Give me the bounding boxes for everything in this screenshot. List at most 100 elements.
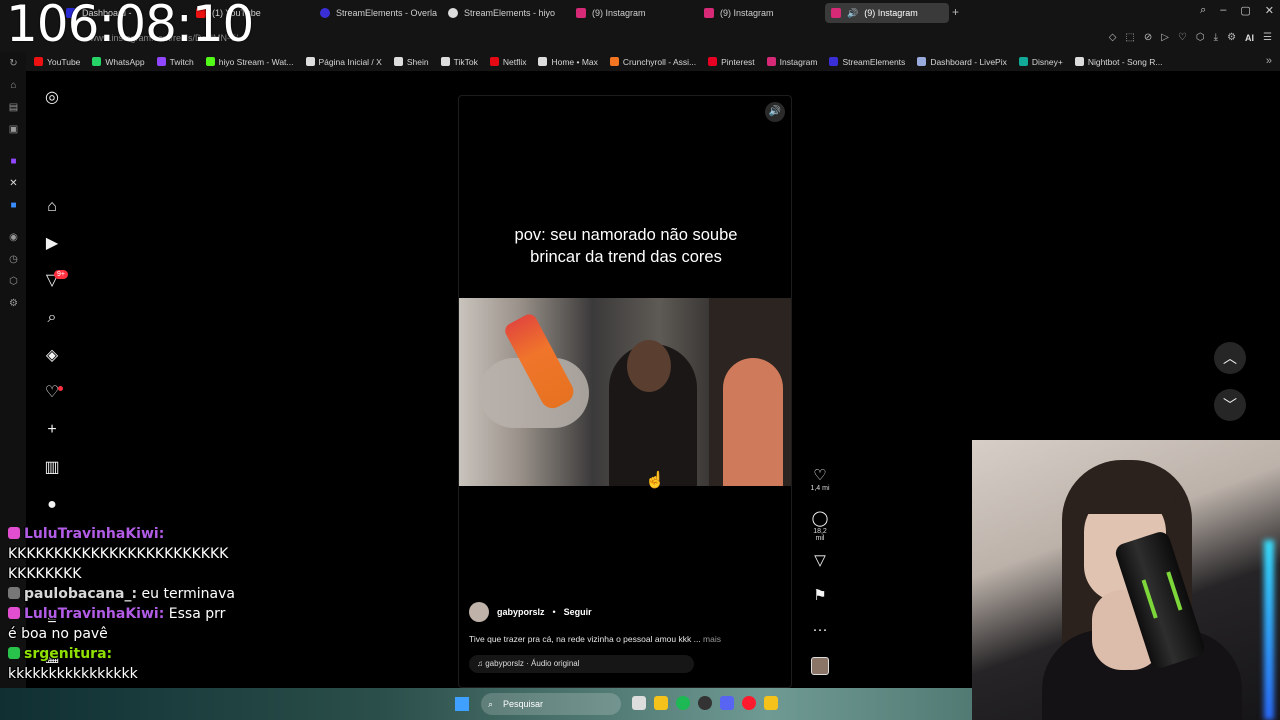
aria-ai-button[interactable]: AI xyxy=(1245,33,1254,43)
previous-reel-button[interactable]: ︿ xyxy=(1214,342,1246,374)
share-action[interactable]: ▽ xyxy=(808,552,832,570)
like-heart-icon[interactable]: ♡ xyxy=(808,467,832,485)
tab-streamelements-hiyo[interactable]: StreamElements - hiyo xyxy=(442,3,566,23)
tab-instagram-active[interactable]: 🔊 (9) Instagram xyxy=(825,3,949,23)
taskbar-search[interactable]: ⌕ Pesquisar xyxy=(481,693,621,715)
bookmark-item[interactable]: Pinterest xyxy=(708,57,755,67)
like-count: 1,4 mi xyxy=(810,485,830,492)
opera-icon[interactable] xyxy=(742,696,756,710)
discord-icon[interactable] xyxy=(720,696,734,710)
reel-video-frame[interactable] xyxy=(459,298,791,486)
bookmark-favicon-icon xyxy=(205,57,215,66)
bookmark-icon[interactable]: ⚑ xyxy=(808,587,832,605)
reel-audio-pill[interactable]: ♫ gabyporslz · Áudio original xyxy=(469,655,694,673)
bookmark-item[interactable]: Home • Max xyxy=(538,57,598,67)
download-icon[interactable]: ⤓ xyxy=(1214,32,1218,43)
app-icon[interactable]: ■ xyxy=(8,200,19,211)
author-avatar[interactable] xyxy=(469,602,489,622)
comment-action[interactable]: ◯ 18,2 mil xyxy=(808,510,832,542)
player-icon[interactable]: ▷ xyxy=(1161,32,1169,43)
easy-setup-icon[interactable]: ⚙ xyxy=(1227,32,1236,43)
dashboard-icon[interactable]: ▥ xyxy=(43,459,61,477)
next-reel-button[interactable]: ﹀ xyxy=(1214,389,1246,421)
bookmark-page-icon[interactable]: ◇ xyxy=(1109,32,1117,43)
bookmark-item[interactable]: Disney+ xyxy=(1018,57,1063,67)
close-icon[interactable]: ✕ xyxy=(1265,4,1274,17)
tab-label: (9) Instagram xyxy=(592,8,646,18)
bookmark-item[interactable]: TikTok xyxy=(440,57,478,67)
obs-icon[interactable] xyxy=(698,696,712,710)
snapshot-icon[interactable]: ⬚ xyxy=(1125,32,1134,43)
audio-thumbnail[interactable] xyxy=(811,657,829,675)
tab-streamelements-overlay[interactable]: StreamElements - Overla xyxy=(314,3,438,23)
player-sidebar-icon[interactable]: ◉ xyxy=(8,232,19,243)
windows-start-icon[interactable] xyxy=(455,697,469,711)
like-action[interactable]: ♡ 1,4 mi xyxy=(808,467,832,492)
volume-icon[interactable]: 🔊 xyxy=(765,102,785,122)
bookmark-item[interactable]: Nightbot - Song R... xyxy=(1074,57,1162,67)
pinboard-icon[interactable]: ▤ xyxy=(8,102,19,113)
create-icon[interactable]: + xyxy=(43,421,61,439)
bookmark-favicon-icon xyxy=(1018,57,1028,66)
history-icon[interactable]: ◷ xyxy=(8,254,19,265)
chat-username: LuluTravinhaKiwi: xyxy=(24,526,165,542)
bookmark-item[interactable]: Crunchyroll - Assi... xyxy=(609,57,696,67)
follow-button[interactable]: Seguir xyxy=(564,607,592,617)
bookmark-item[interactable]: StreamElements xyxy=(829,57,905,67)
extensions-sidebar-icon[interactable]: ⬡ xyxy=(8,276,19,287)
messenger-icon[interactable]: ▣ xyxy=(8,124,19,135)
instagram-logo-icon[interactable]: ◎ xyxy=(43,89,61,107)
bookmark-favicon-icon xyxy=(609,57,619,66)
instagram-favicon-icon xyxy=(831,8,841,18)
adblock-icon[interactable]: ⊘ xyxy=(1144,32,1152,43)
task-view-icon[interactable] xyxy=(632,696,646,710)
search-tabs-icon[interactable]: ⌕ xyxy=(1200,4,1206,17)
explore-icon[interactable]: ◈ xyxy=(43,347,61,365)
bookmark-item[interactable]: WhatsApp xyxy=(92,57,145,67)
settings-icon[interactable]: ⚙ xyxy=(8,298,19,309)
maximize-icon[interactable]: ▢ xyxy=(1240,4,1250,17)
bookmark-label: Twitch xyxy=(169,56,194,67)
tab-instagram-1[interactable]: (9) Instagram xyxy=(570,3,694,23)
comment-icon[interactable]: ◯ xyxy=(808,510,832,528)
more-options-icon[interactable]: ··· xyxy=(808,621,832,639)
more-options-action[interactable]: ··· xyxy=(808,621,832,639)
bookmark-item[interactable]: Shein xyxy=(393,57,429,67)
bookmark-item[interactable]: YouTube xyxy=(34,57,80,67)
share-icon[interactable]: ▽ xyxy=(808,552,832,570)
bookmark-item[interactable]: Twitch xyxy=(156,56,194,67)
bookmarks-more-icon[interactable]: » xyxy=(1266,55,1272,67)
search-icon[interactable]: ⌕ xyxy=(43,309,61,327)
save-action[interactable]: ⚑ xyxy=(808,587,832,605)
new-tab-button[interactable]: + xyxy=(952,5,959,19)
bookmark-item[interactable]: Instagram xyxy=(766,57,817,67)
bookmark-item[interactable]: Netflix xyxy=(489,57,526,67)
chat-message: é boa no pavê xyxy=(8,624,298,644)
home-icon[interactable]: ⌂ xyxy=(43,198,61,216)
reels-icon[interactable]: ▶ xyxy=(43,235,61,253)
bookmark-item[interactable]: Dashboard - LivePix xyxy=(917,57,1007,67)
video-shoulder-shape xyxy=(723,358,783,486)
minimize-icon[interactable]: – xyxy=(1220,4,1226,17)
x-icon[interactable]: ✕ xyxy=(8,178,19,189)
workspace-icon[interactable]: ⌂ xyxy=(8,80,19,91)
profile-avatar[interactable]: ● xyxy=(43,496,61,514)
app-icon[interactable] xyxy=(764,696,778,710)
spotify-icon[interactable] xyxy=(676,696,690,710)
heart-icon[interactable]: ♡ xyxy=(1178,32,1187,43)
author-name[interactable]: gabyporslz xyxy=(497,607,545,617)
bookmark-favicon-icon xyxy=(92,57,102,66)
extensions-icon[interactable]: ⬡ xyxy=(1196,32,1205,43)
bookmark-item[interactable]: Página Inicial / X xyxy=(305,57,382,67)
more-link[interactable]: mais xyxy=(703,634,721,644)
reload-icon[interactable]: ↻ xyxy=(8,58,19,69)
tab-instagram-2[interactable]: (9) Instagram xyxy=(698,3,822,23)
file-explorer-icon[interactable] xyxy=(654,696,668,710)
bookmark-item[interactable]: hiyo Stream - Wat... xyxy=(205,57,294,67)
bookmark-label: Pinterest xyxy=(721,56,755,67)
reel-player[interactable]: 🔊 pov: seu namorado não soube brincar da… xyxy=(458,95,792,688)
search-icon: ⌕ xyxy=(488,699,494,709)
twitch-icon[interactable]: ■ xyxy=(8,156,19,167)
menu-icon[interactable]: ☰ xyxy=(1263,32,1272,43)
reel-overlay-caption: pov: seu namorado não soube brincar da t… xyxy=(514,226,738,266)
